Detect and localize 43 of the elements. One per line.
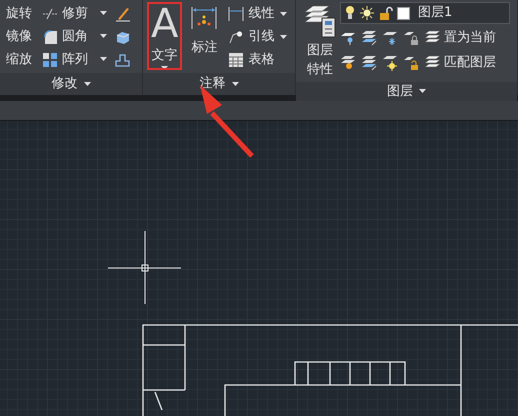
tool-button[interactable]: 阵列	[40, 50, 90, 70]
snowflake-icon[interactable]	[383, 32, 397, 45]
large-tool-button[interactable]: 标注	[186, 2, 222, 70]
tool-button[interactable]: 修剪	[40, 4, 90, 24]
color-swatch-icon	[397, 6, 410, 20]
tool-button[interactable]: 圆角	[40, 26, 90, 46]
tool-button[interactable]: 旋转	[4, 4, 34, 24]
caret-icon	[84, 82, 90, 86]
box-icon[interactable]	[116, 32, 130, 44]
large-tool-button[interactable]: A 文字	[147, 2, 182, 70]
lightbulb-icon	[345, 5, 355, 21]
panel-title[interactable]: 图层	[387, 82, 413, 102]
tool-button[interactable]: 置为当前	[424, 28, 496, 48]
grid-icon	[43, 52, 57, 66]
layer-properties-icon	[304, 4, 336, 38]
tool-button[interactable]: 线性	[226, 4, 276, 24]
tool-button[interactable]: 匹配图层	[424, 52, 496, 72]
line-cut-icon	[42, 8, 58, 19]
layer-dropdown[interactable]: 图层1	[340, 2, 510, 24]
layer-sun-icon[interactable]	[383, 56, 398, 70]
tool-button[interactable]: 表格	[226, 50, 276, 70]
outline-icon[interactable]	[115, 54, 130, 66]
panel-title[interactable]: 注释	[200, 74, 226, 94]
leader-icon	[230, 30, 242, 43]
panel-title[interactable]: 修改	[52, 74, 78, 94]
linear-dimension-icon	[228, 6, 244, 21]
tool-button[interactable]: 镜像	[4, 26, 34, 46]
tool-button[interactable]: 引线	[226, 26, 276, 46]
tool-button[interactable]: 缩放	[4, 50, 34, 70]
rounded-corner-icon	[44, 30, 57, 44]
brush-icon[interactable]	[116, 8, 130, 21]
layer-bulb-icon[interactable]	[341, 56, 355, 68]
layer-icon[interactable]	[341, 32, 355, 45]
layer-properties-button[interactable]: 图层特性	[300, 2, 340, 80]
layer-stack-icon[interactable]	[362, 30, 376, 45]
caret-icon	[232, 82, 238, 86]
layer-stack-icon[interactable]	[362, 56, 376, 70]
unlock-icon	[379, 6, 393, 20]
lock-icon[interactable]	[404, 32, 418, 44]
dimension-icon	[192, 6, 217, 30]
table-icon	[228, 52, 244, 67]
sun-icon	[359, 5, 375, 21]
unlock-icon[interactable]	[404, 56, 418, 70]
